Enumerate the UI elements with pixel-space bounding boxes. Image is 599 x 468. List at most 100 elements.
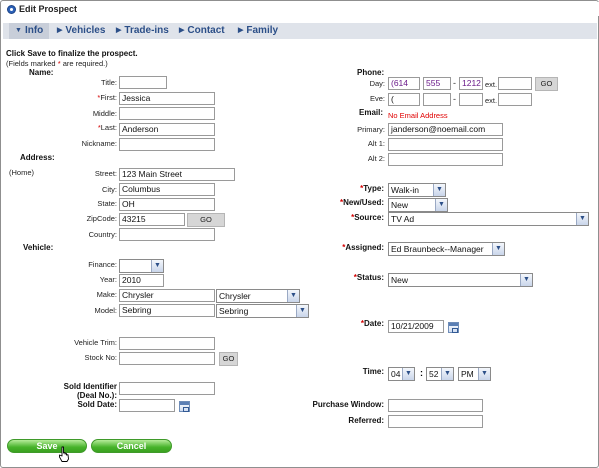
required-note-suffix: are required.) xyxy=(60,59,108,68)
eve-prefix-input[interactable] xyxy=(423,93,451,106)
title-label: Title: xyxy=(101,78,117,87)
chevron-down-icon: ▼ xyxy=(441,368,453,380)
hand-cursor-icon xyxy=(59,446,69,462)
model-select[interactable]: Sebring ▼ xyxy=(216,304,309,318)
time-colon: : xyxy=(420,368,423,378)
date-input[interactable]: 10/21/2009 xyxy=(388,320,444,333)
new-used-select[interactable]: New ▼ xyxy=(388,198,448,212)
alt2-email-input[interactable] xyxy=(388,153,503,166)
address-type: (Home) xyxy=(9,168,35,177)
make-select[interactable]: Chrysler ▼ xyxy=(216,289,300,303)
time-label: Time: xyxy=(362,367,384,376)
status-label: *Status: xyxy=(331,273,384,282)
caret-down-icon: ▼ xyxy=(15,27,22,34)
country-input[interactable] xyxy=(119,228,215,241)
city-input[interactable]: Columbus xyxy=(119,183,215,196)
tab-contact[interactable]: ▶ Contact xyxy=(179,25,225,36)
sold-identifier-input[interactable] xyxy=(119,382,215,395)
eve-area-code-input[interactable]: ( xyxy=(388,93,420,106)
primary-email-input[interactable]: janderson@noemail.com xyxy=(388,123,503,136)
eve-line-input[interactable] xyxy=(459,93,483,106)
day-ext-input[interactable] xyxy=(498,77,532,90)
sold-date-input[interactable] xyxy=(119,399,175,412)
edit-prospect-window: Edit Prospect ▼ Info ▶ Vehicles ▶ Trade-ins… xyxy=(0,0,599,468)
source-label-text: Source: xyxy=(354,213,384,222)
chevron-down-icon: ▼ xyxy=(433,184,445,196)
phone-go-button[interactable]: GO xyxy=(535,77,558,91)
chevron-down-icon: ▼ xyxy=(402,368,414,380)
first-label: *First: xyxy=(71,93,117,102)
stock-go-button[interactable]: GO xyxy=(219,352,238,366)
calendar-icon[interactable] xyxy=(448,322,459,333)
new-used-label-text: New/Used: xyxy=(343,198,384,207)
type-select[interactable]: Walk-in ▼ xyxy=(388,183,446,197)
day-area-code-input[interactable]: (614 xyxy=(388,77,420,90)
tab-vehicles[interactable]: ▶ Vehicles xyxy=(57,25,105,36)
day-line-input[interactable]: 1212 xyxy=(459,77,483,90)
stock-no-input[interactable] xyxy=(119,352,215,365)
make-label: Make: xyxy=(96,290,117,299)
type-select-value: Walk-in xyxy=(391,185,420,195)
purchase-window-input[interactable] xyxy=(388,399,483,412)
zipcode-input[interactable]: 43215 xyxy=(119,213,185,226)
vehicle-trim-input[interactable] xyxy=(119,337,215,350)
model-label: Model: xyxy=(94,306,117,315)
make-input[interactable]: Chrysler xyxy=(119,289,215,302)
model-input[interactable]: Sebring xyxy=(119,304,215,317)
time-hour-select[interactable]: 04 ▼ xyxy=(388,367,415,381)
eve-ext-label: ext. xyxy=(485,96,498,105)
tab-family[interactable]: ▶ Family xyxy=(238,25,278,36)
middle-label: Middle: xyxy=(92,109,117,118)
day-ext-label: ext. xyxy=(485,80,498,89)
source-label: *Source: xyxy=(331,213,384,222)
calendar-icon[interactable] xyxy=(179,401,190,412)
time-minute-select[interactable]: 52 ▼ xyxy=(426,367,454,381)
caret-right-icon: ▶ xyxy=(116,27,122,34)
tab-info[interactable]: ▼ Info xyxy=(9,23,50,39)
tab-trade-ins[interactable]: ▶ Trade-ins xyxy=(116,25,169,36)
year-input[interactable]: 2010 xyxy=(119,274,164,287)
tab-label: Contact xyxy=(187,25,225,36)
source-select[interactable]: TV Ad ▼ xyxy=(388,212,589,226)
referred-input[interactable] xyxy=(388,415,483,428)
phone-heading: Phone: xyxy=(357,68,385,77)
date-label: *Date: xyxy=(331,319,384,328)
chevron-down-icon: ▼ xyxy=(296,305,308,317)
caret-right-icon: ▶ xyxy=(179,27,185,34)
type-label: *Type: xyxy=(331,184,384,193)
deal-no-label: (Deal No.): xyxy=(77,391,117,400)
cancel-button[interactable]: Cancel xyxy=(91,439,172,453)
middle-name-input[interactable] xyxy=(119,107,215,120)
eve-ext-input[interactable] xyxy=(498,93,532,106)
finance-select[interactable]: ▼ xyxy=(119,259,164,273)
status-select[interactable]: New ▼ xyxy=(388,273,533,287)
state-input[interactable]: OH xyxy=(119,198,215,211)
email-error: No Email Address xyxy=(388,111,448,120)
new-used-select-value: New xyxy=(391,200,409,210)
nickname-input[interactable] xyxy=(119,138,215,151)
zipcode-go-button[interactable]: GO xyxy=(187,213,225,227)
alt1-email-label: Alt 1: xyxy=(367,139,385,148)
title-input[interactable] xyxy=(119,76,167,89)
save-button[interactable]: Save xyxy=(7,439,87,453)
referred-label: Referred: xyxy=(348,416,384,425)
tab-label: Info xyxy=(24,25,44,36)
time-ampm-select[interactable]: PM ▼ xyxy=(458,367,491,381)
tab-label: Vehicles xyxy=(65,25,106,36)
year-label: Year: xyxy=(99,275,117,284)
chevron-down-icon: ▼ xyxy=(287,290,299,302)
first-name-input[interactable]: Jessica xyxy=(119,92,215,105)
street-input[interactable]: 123 Main Street xyxy=(119,168,235,181)
alt1-email-input[interactable] xyxy=(388,138,503,151)
day-prefix-input[interactable]: 555 xyxy=(423,77,451,90)
last-label-text: Last: xyxy=(100,123,117,132)
tab-label: Trade-ins xyxy=(124,25,169,36)
status-label-text: Status: xyxy=(356,273,384,282)
vehicle-trim-label: Vehicle Trim: xyxy=(74,338,117,347)
assigned-select[interactable]: Ed Braunbeck--Manager ▼ xyxy=(388,242,505,256)
last-name-input[interactable]: Anderson xyxy=(119,123,215,136)
state-label: State: xyxy=(97,199,117,208)
new-used-label: *New/Used: xyxy=(321,198,384,207)
nickname-label: Nickname: xyxy=(81,139,117,148)
assigned-select-value: Ed Braunbeck--Manager xyxy=(391,244,484,254)
